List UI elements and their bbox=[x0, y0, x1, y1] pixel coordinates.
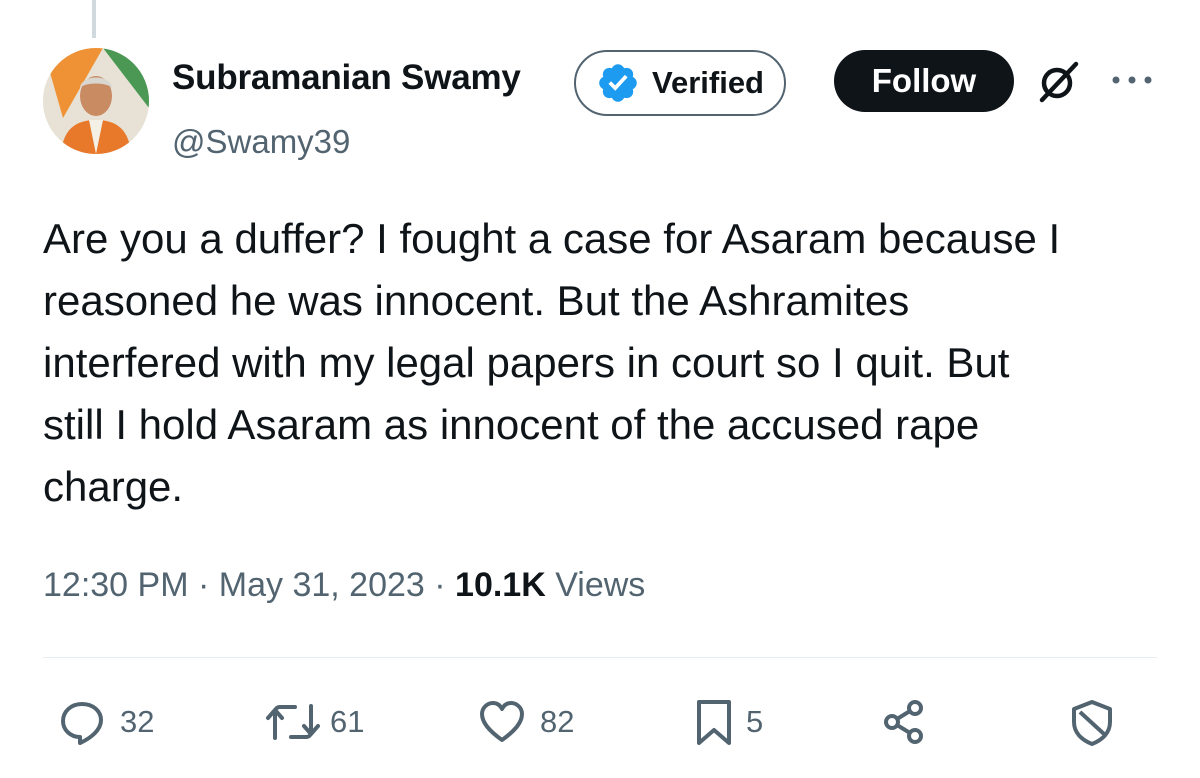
share-icon bbox=[884, 700, 923, 744]
bookmark-icon bbox=[697, 700, 731, 745]
heart-icon bbox=[480, 701, 524, 742]
avatar[interactable] bbox=[43, 48, 149, 154]
more-options-icon[interactable] bbox=[1110, 70, 1154, 90]
block-button[interactable] bbox=[1068, 695, 1116, 749]
meta-separator: · bbox=[197, 566, 210, 604]
repost-icon bbox=[266, 704, 320, 740]
repost-button[interactable]: 61 bbox=[264, 695, 364, 749]
tweet-text: Are you a duffer? I fought a case for As… bbox=[43, 215, 1061, 510]
views-count[interactable]: 10.1K bbox=[455, 566, 546, 604]
repost-count: 61 bbox=[330, 704, 365, 739]
verified-badge[interactable]: Verified bbox=[574, 50, 786, 116]
like-button[interactable]: 82 bbox=[478, 695, 574, 749]
reply-button[interactable]: 32 bbox=[58, 695, 154, 749]
grok-icon[interactable] bbox=[1034, 58, 1082, 106]
bookmark-count: 5 bbox=[746, 704, 764, 739]
shield-icon bbox=[1072, 700, 1112, 746]
meta-separator: · bbox=[434, 566, 446, 604]
thread-connector-line bbox=[92, 0, 96, 38]
author-name[interactable]: Subramanian Swamy bbox=[172, 58, 521, 98]
author-handle[interactable]: @Swamy39 bbox=[172, 123, 350, 161]
like-count: 82 bbox=[540, 704, 575, 739]
views-label: Views bbox=[555, 566, 646, 604]
reply-icon bbox=[61, 702, 103, 745]
reply-count: 32 bbox=[120, 704, 155, 739]
divider bbox=[43, 657, 1157, 658]
tweet-date[interactable]: May 31, 2023 bbox=[219, 566, 425, 604]
tweet-metadata: 12:30 PM · May 31, 2023 · 10.1K Views bbox=[43, 566, 645, 605]
tweet-time[interactable]: 12:30 PM bbox=[43, 566, 189, 604]
share-button[interactable] bbox=[880, 695, 928, 749]
verified-badge-icon bbox=[599, 64, 637, 102]
verified-label: Verified bbox=[652, 65, 764, 100]
bookmark-button[interactable]: 5 bbox=[690, 695, 763, 749]
follow-button[interactable]: Follow bbox=[834, 50, 1014, 112]
